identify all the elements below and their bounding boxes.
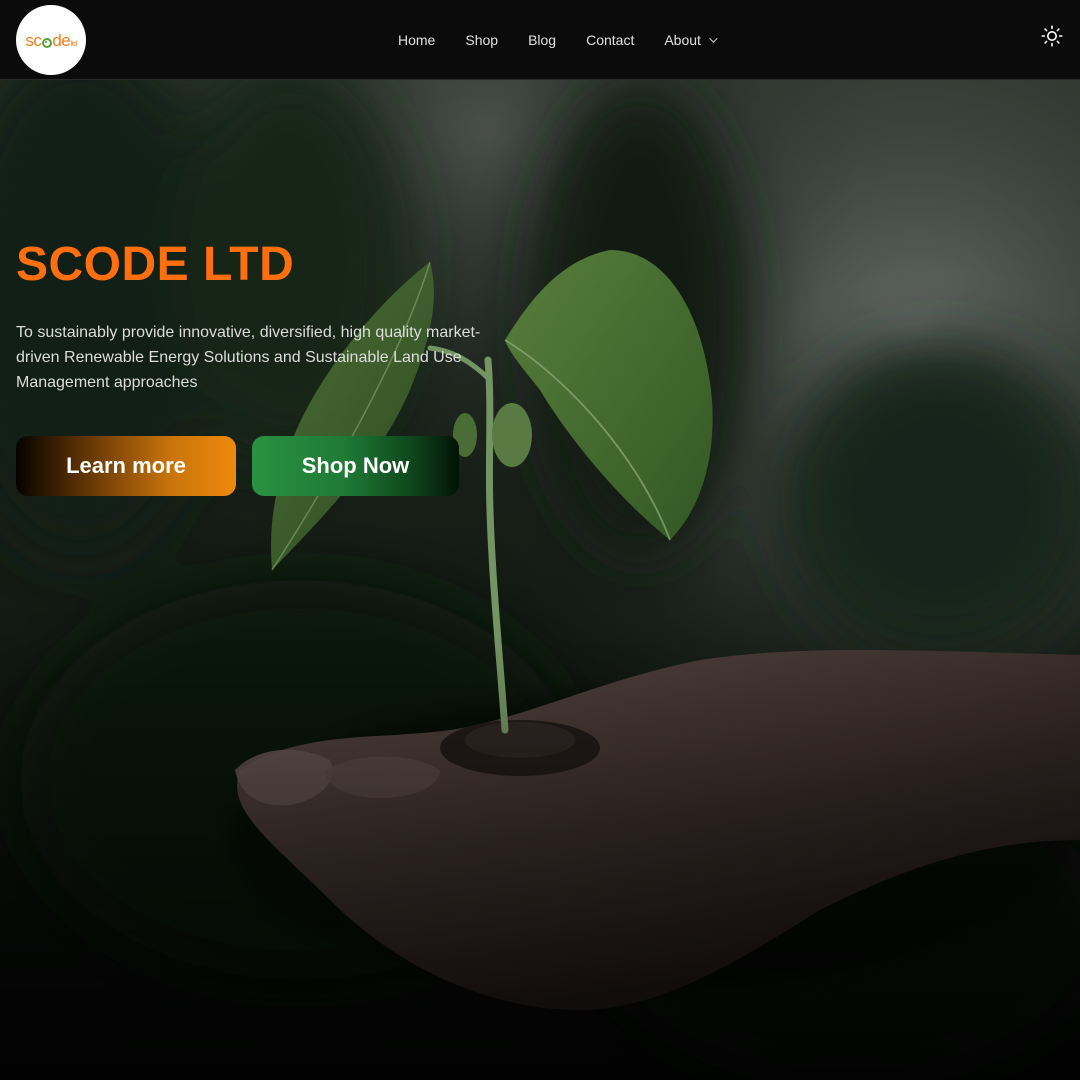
nav-home-label: Home	[398, 32, 436, 48]
hero-title: SCODE LTD	[16, 238, 295, 291]
hero-dark-overlay	[0, 80, 1080, 1080]
nav-shop[interactable]: Shop	[465, 32, 498, 48]
nav-contact-label: Contact	[586, 32, 635, 48]
nav-home[interactable]: Home	[398, 32, 435, 48]
sun-icon	[1041, 25, 1063, 47]
nav-blog-label: Blog	[528, 32, 557, 48]
hero-description: To sustainably provide innovative, diver…	[16, 324, 481, 391]
navbar: sc de ltd Home Shop Blog Contact About	[0, 0, 1080, 80]
shop-now-button[interactable]: Shop Now	[252, 436, 459, 496]
logo-leaf-icon	[41, 37, 52, 48]
nav-shop-label: Shop	[465, 32, 499, 48]
hero-section: SCODE LTD To sustainably provide innovat…	[0, 80, 1080, 1080]
nav-blog[interactable]: Blog	[528, 32, 556, 48]
learn-more-button[interactable]: Learn more	[16, 436, 236, 496]
logo-wordmark: sc de ltd	[25, 30, 77, 50]
nav-about-label: About	[664, 32, 701, 48]
chevron-down-icon	[709, 34, 718, 43]
nav-about[interactable]: About	[664, 32, 718, 48]
logo-text-end: de	[52, 30, 71, 50]
logo-text-start: sc	[25, 30, 42, 50]
logo[interactable]: sc de ltd	[16, 5, 86, 75]
main-nav: Home Shop Blog Contact About	[398, 0, 718, 80]
nav-contact[interactable]: Contact	[586, 32, 634, 48]
page: sc de ltd Home Shop Blog Contact About S…	[0, 0, 1080, 1080]
theme-toggle-button[interactable]	[1040, 24, 1064, 48]
logo-suffix: ltd	[70, 40, 77, 48]
